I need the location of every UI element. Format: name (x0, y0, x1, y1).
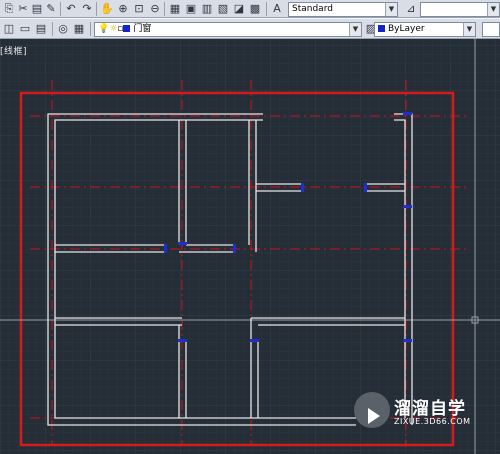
chevron-down-icon[interactable]: ▼ (385, 3, 397, 16)
make-current-icon[interactable]: ◎ (56, 22, 70, 36)
viewport-label[interactable]: [线框] (0, 44, 27, 57)
layers-toolbar: ◫ ▭ ▤ ◎ ▦ 💡☼▫ 门窗 ▼ ▨ ByLayer ▼ (0, 18, 500, 39)
play-logo-icon (354, 392, 390, 428)
color-value: ByLayer (388, 24, 425, 34)
markup-icon[interactable]: ◪ (232, 2, 246, 16)
door-marker (178, 339, 187, 342)
zoom-realtime-icon[interactable]: ⊕ (116, 2, 130, 16)
standard-toolbar: ⎘ ✂ ▤ ✎ ↶ ↷ ✋ ⊕ ⊡ ⊖ ▦ ▣ ▥ ▧ ◪ ▩ A Standa… (0, 0, 500, 18)
separator (266, 2, 267, 16)
layer-name: 门窗 (133, 24, 152, 34)
layer-isolate-icon[interactable]: ▦ (72, 22, 86, 36)
layer-dropdown[interactable]: 💡☼▫ 门窗 ▼ (94, 22, 362, 37)
matchprop-icon[interactable]: ✎ (44, 2, 58, 16)
door-marker (250, 339, 259, 342)
chevron-down-icon[interactable]: ▼ (349, 23, 361, 36)
paste-icon[interactable]: ▤ (30, 2, 44, 16)
door-marker (178, 242, 187, 245)
chevron-down-icon[interactable]: ▼ (487, 3, 499, 16)
color-dropdown[interactable]: ByLayer ▼ (374, 22, 476, 37)
separator (90, 22, 91, 36)
text-style-icon[interactable]: A (270, 2, 284, 16)
text-style-dropdown[interactable]: Standard ▼ (288, 2, 398, 17)
door-marker (403, 339, 412, 342)
zoom-window-icon[interactable]: ⊡ (132, 2, 146, 16)
watermark-title: 溜溜自学 (394, 399, 466, 419)
tool-palettes-icon[interactable]: ▥ (200, 2, 214, 16)
door-marker (301, 183, 304, 192)
play-icon (368, 408, 380, 424)
separator (52, 22, 53, 36)
design-center-icon[interactable]: ▣ (184, 2, 198, 16)
undo-icon[interactable]: ↶ (64, 2, 78, 16)
copy-icon[interactable]: ⎘ (2, 2, 16, 16)
text-style-value: Standard (292, 4, 333, 14)
door-marker (233, 244, 236, 253)
dim-style-dropdown[interactable]: ▼ (420, 2, 500, 17)
door-marker (164, 244, 167, 253)
sheetset-icon[interactable]: ▧ (216, 2, 230, 16)
layer-state-icon[interactable]: ▭ (18, 22, 32, 36)
layer-manager-icon[interactable]: ◫ (2, 22, 16, 36)
linetype-dropdown[interactable] (482, 22, 500, 37)
separator (96, 2, 97, 16)
dim-style-icon[interactable]: ⊿ (404, 2, 418, 16)
redo-icon[interactable]: ↷ (80, 2, 94, 16)
door-marker (403, 112, 412, 115)
color-swatch (378, 25, 385, 32)
properties-icon[interactable]: ▦ (168, 2, 182, 16)
lightbulb-icon: 💡 (98, 24, 110, 34)
watermark: 溜溜自学 ZIXUE.3D66.COM (354, 386, 474, 436)
layer-previous-icon[interactable]: ▤ (34, 22, 48, 36)
separator (60, 2, 61, 16)
layer-color-swatch (123, 25, 131, 32)
door-marker (403, 205, 412, 208)
separator (164, 2, 165, 16)
chevron-down-icon[interactable]: ▼ (463, 23, 475, 36)
calculator-icon[interactable]: ▩ (248, 2, 262, 16)
zoom-previous-icon[interactable]: ⊖ (148, 2, 162, 16)
watermark-url: ZIXUE.3D66.COM (394, 417, 471, 426)
cut-icon[interactable]: ✂ (16, 2, 30, 16)
pan-icon[interactable]: ✋ (100, 2, 114, 16)
door-marker (364, 183, 367, 192)
